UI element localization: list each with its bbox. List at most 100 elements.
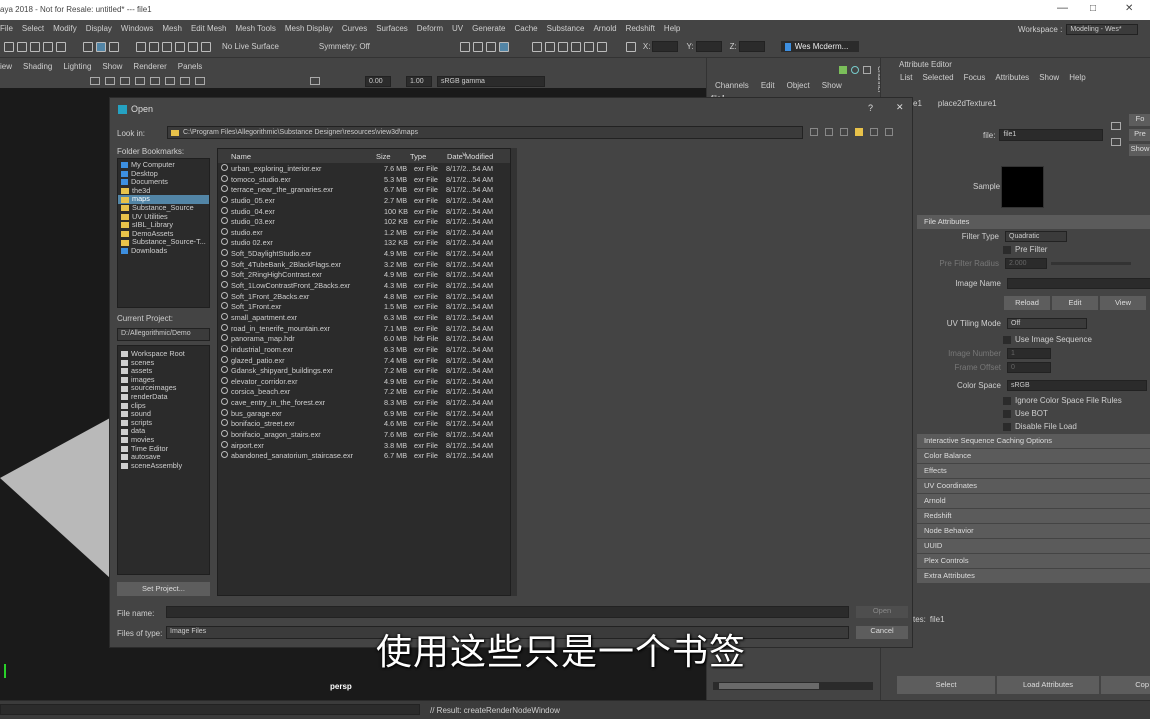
up-folder-icon[interactable] (840, 128, 848, 136)
exposure-field[interactable]: 0.00 (365, 75, 391, 87)
project-folder-item[interactable]: sceneAssembly (118, 462, 209, 471)
pre-filter-checkbox[interactable] (1003, 245, 1011, 254)
attribute-editor-icon[interactable] (570, 41, 581, 52)
menu-arnold[interactable]: Arnold (593, 24, 616, 33)
modeling-toolkit-icon[interactable] (531, 41, 542, 52)
color-space-dropdown[interactable]: sRGB (1007, 380, 1147, 391)
column-type[interactable]: Type (410, 152, 426, 161)
viewport-menu-lighting[interactable]: Lighting (63, 62, 91, 71)
file-list-scrollbar[interactable] (511, 148, 517, 596)
y-field[interactable] (695, 41, 722, 52)
back-icon[interactable] (810, 128, 818, 136)
viewport-menu-renderer[interactable]: Renderer (133, 62, 166, 71)
file-row[interactable]: studio_03.exr 102 KB exr File 8/17/2...54 A… (218, 217, 510, 228)
viewport-menu-iew[interactable]: iew (0, 62, 12, 71)
tab-file1[interactable]: e1 (913, 99, 922, 108)
file-row[interactable]: industrial_room.exr 6.3 MB exr File 8/17/2.… (218, 344, 510, 356)
render-settings-icon[interactable] (485, 41, 496, 52)
wireframe-icon[interactable] (120, 77, 130, 85)
file-row[interactable]: Soft_5DaylightStudio.exr 4.9 MB exr File 8/… (218, 249, 510, 260)
close-dialog-icon[interactable]: ✕ (896, 102, 904, 113)
ae-section-uv-coordinates[interactable]: UV Coordinates (917, 479, 1150, 493)
isolate-icon[interactable] (195, 77, 205, 85)
image-name-field[interactable] (1007, 278, 1150, 289)
file-row[interactable]: corsica_beach.exr 7.2 MB exr File 8/17/2...… (218, 387, 510, 398)
z-field[interactable] (738, 41, 765, 52)
hypershade-icon[interactable] (498, 41, 509, 52)
column-name[interactable]: Name (231, 152, 251, 161)
ae-section-redshift[interactable]: Redshift (917, 509, 1150, 523)
presets-icon[interactable] (1111, 138, 1121, 146)
menu-deform[interactable]: Deform (417, 24, 443, 33)
channel-menu-edit[interactable]: Edit (761, 81, 775, 90)
reload-button[interactable]: Reload (1004, 296, 1050, 310)
outliner-icon[interactable] (544, 41, 555, 52)
outliner-mini-icon[interactable] (839, 66, 847, 74)
shaded-icon[interactable] (135, 77, 145, 85)
ae-menu-focus[interactable]: Focus (964, 73, 986, 82)
bookmark-item[interactable]: the3d (118, 187, 209, 196)
ae-section-extra-attributes[interactable]: Extra Attributes (917, 569, 1150, 583)
x-field[interactable] (652, 41, 679, 52)
column-size[interactable]: Size (376, 152, 391, 161)
project-folder-item[interactable]: Workspace Root (118, 350, 209, 359)
use-bot-checkbox[interactable] (1003, 409, 1011, 418)
new-scene-icon[interactable] (4, 41, 14, 52)
menu-curves[interactable]: Curves (342, 24, 367, 33)
uv-tiling-dropdown[interactable]: Off (1007, 318, 1087, 329)
file-row[interactable]: Gdansk_shipyard_buildings.exr 7.2 MB exr F… (218, 366, 510, 377)
snap-live-icon[interactable] (201, 41, 211, 52)
presets-button[interactable]: Pre (1129, 129, 1150, 141)
ae-menu-attributes[interactable]: Attributes (995, 73, 1029, 82)
menu-mesh-tools[interactable]: Mesh Tools (236, 24, 276, 33)
project-folder-item[interactable]: renderData (118, 393, 209, 402)
bookmark-item[interactable]: Substance_Source (118, 204, 209, 213)
file-row[interactable]: bus_garage.exr 6.9 MB exr File 8/17/2...54 … (218, 408, 510, 420)
mel-input[interactable] (0, 704, 420, 715)
disable-load-checkbox[interactable] (1003, 422, 1011, 431)
snap-point-icon[interactable] (162, 41, 172, 52)
frame-offset-field[interactable]: 0 (1007, 362, 1051, 373)
menu-mesh-display[interactable]: Mesh Display (285, 24, 333, 33)
file-row[interactable]: panorama_map.hdr 6.0 MB hdr File 8/17/2...5… (218, 334, 510, 345)
file-node-field[interactable]: file1 (999, 129, 1104, 141)
shadows-icon[interactable] (180, 77, 190, 85)
workspace-dropdown[interactable]: Modeling - Wes* (1066, 24, 1139, 35)
project-folder-item[interactable]: clips (118, 402, 209, 411)
menu-modify[interactable]: Modify (53, 24, 77, 33)
ignore-rules-checkbox[interactable] (1003, 396, 1011, 405)
snap-grid-icon[interactable] (136, 41, 146, 52)
bookmark-item[interactable]: maps (118, 195, 209, 204)
file-row[interactable]: urban_exploring_interior.exr 7.6 MB exr Fi… (218, 164, 510, 175)
filter-type-dropdown[interactable]: Quadratic (1005, 231, 1067, 242)
file-row[interactable]: Soft_1Front_2Backs.exr 4.8 MB exr File 8/17… (218, 291, 510, 303)
symmetry-dropdown[interactable]: Symmetry: Off (319, 42, 370, 51)
menu-file[interactable]: File (0, 24, 13, 33)
paint-select-icon[interactable] (109, 41, 119, 52)
bookmark-item[interactable]: DemoAssets (118, 230, 209, 239)
pre-filter-radius-slider[interactable] (1051, 262, 1131, 265)
live-surface-label[interactable]: No Live Surface (222, 42, 279, 51)
set-project-button[interactable]: Set Project... (117, 582, 210, 596)
menu-windows[interactable]: Windows (121, 24, 153, 33)
bookmark-item[interactable]: Desktop (118, 170, 209, 179)
project-folder-item[interactable]: autosave (118, 453, 209, 462)
lasso-tool-icon[interactable] (96, 41, 106, 52)
pin-icon[interactable] (863, 66, 871, 74)
project-folder-item[interactable]: sourceimages (118, 384, 209, 393)
file-row[interactable]: Soft_4TubeBank_2BlackFlags.exr 3.2 MB exr … (218, 259, 510, 271)
file-row[interactable]: small_apartment.exr 6.3 MB exr File 8/17/2.… (218, 312, 510, 324)
file-row[interactable]: elevator_corridor.exr 4.9 MB exr File 8/17/… (218, 376, 510, 388)
ipr-render-icon[interactable] (472, 41, 483, 52)
file-row[interactable]: studio_04.exr 100 KB exr File 8/17/2...54 A… (218, 206, 510, 218)
channel-menu-show[interactable]: Show (822, 81, 842, 90)
show-button[interactable]: Show (1129, 144, 1150, 156)
close-window-icon[interactable]: ✕ (1125, 3, 1133, 14)
lights-icon[interactable] (165, 77, 175, 85)
project-folder-item[interactable]: scenes (118, 359, 209, 368)
menu-redshift[interactable]: Redshift (626, 24, 655, 33)
cancel-button[interactable]: Cancel (856, 626, 908, 639)
image-number-field[interactable]: 1 (1007, 348, 1051, 359)
menu-generate[interactable]: Generate (472, 24, 505, 33)
edit-button[interactable]: Edit (1052, 296, 1098, 310)
